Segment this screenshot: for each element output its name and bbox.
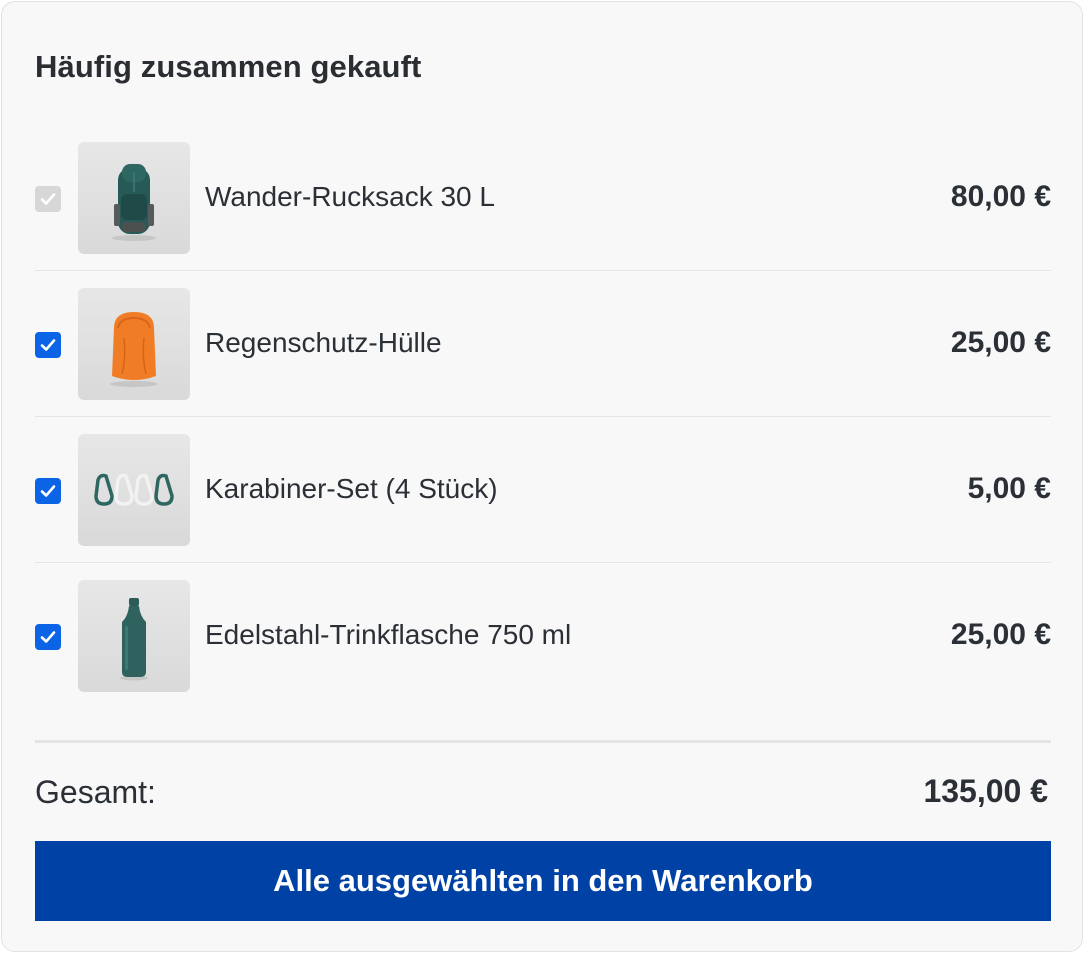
add-all-to-cart-button[interactable]: Alle ausgewählten in den Warenkorb <box>35 841 1051 921</box>
product-checkbox[interactable] <box>35 478 61 504</box>
product-row: Regenschutz-Hülle 25,00 € <box>35 271 1051 417</box>
product-price: 80,00 € <box>950 180 1051 213</box>
check-icon <box>40 485 56 497</box>
product-price: 5,00 € <box>967 472 1051 505</box>
backpack-icon <box>112 164 156 241</box>
section-title: Häufig zusammen gekauft <box>35 49 422 84</box>
product-image[interactable] <box>78 434 190 546</box>
total-divider <box>35 740 1051 743</box>
carabiner-icon <box>94 473 174 506</box>
check-icon <box>40 339 56 351</box>
product-price: 25,00 € <box>950 326 1051 359</box>
total-label: Gesamt: <box>35 774 156 810</box>
product-image[interactable] <box>78 288 190 400</box>
product-name[interactable]: Regenschutz-Hülle <box>205 327 442 359</box>
product-price: 25,00 € <box>950 618 1051 651</box>
product-checkbox <box>35 186 61 212</box>
total-price: 135,00 € <box>923 773 1048 809</box>
product-row: Karabiner-Set (4 Stück) 5,00 € <box>35 417 1051 563</box>
product-image[interactable] <box>78 580 190 692</box>
check-icon <box>40 193 56 205</box>
product-image[interactable] <box>78 142 190 254</box>
check-icon <box>40 631 56 643</box>
product-name[interactable]: Karabiner-Set (4 Stück) <box>205 473 498 505</box>
product-row: Wander-Rucksack 30 L 80,00 € <box>35 125 1051 271</box>
bottle-icon <box>120 598 148 681</box>
product-name[interactable]: Wander-Rucksack 30 L <box>205 181 495 213</box>
product-checkbox[interactable] <box>35 624 61 650</box>
product-checkbox[interactable] <box>35 332 61 358</box>
frequently-bought-together-card: Häufig zusammen gekauft Wander-Rucksack … <box>1 1 1083 952</box>
rain-cover-icon <box>110 312 158 387</box>
product-name[interactable]: Edelstahl-Trinkflasche 750 ml <box>205 619 571 651</box>
product-row: Edelstahl-Trinkflasche 750 ml 25,00 € <box>35 563 1051 709</box>
